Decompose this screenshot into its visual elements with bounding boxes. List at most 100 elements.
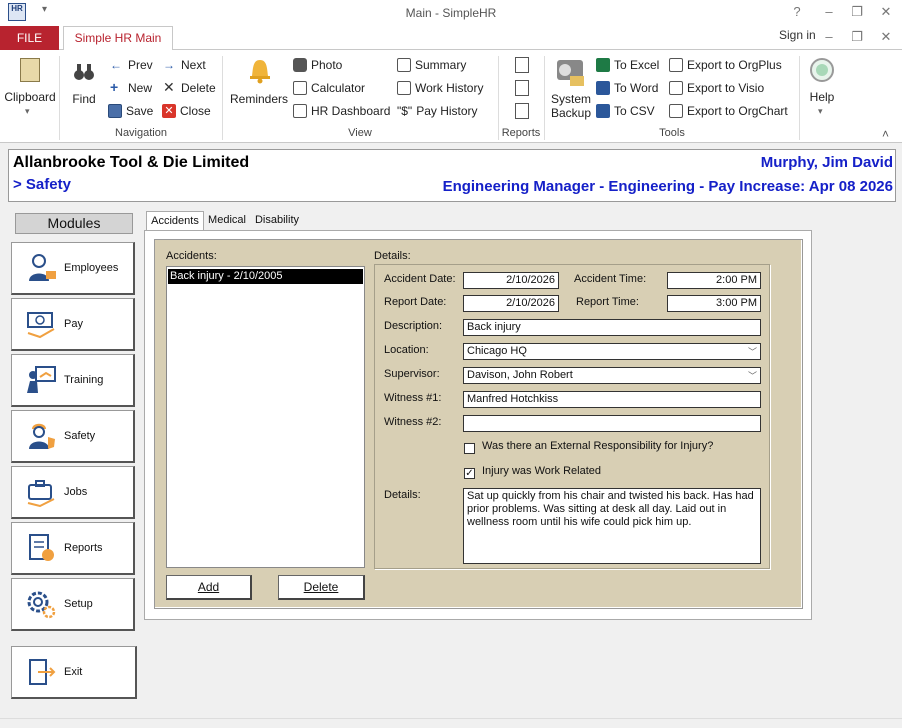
report-print-icon[interactable] [515,80,529,96]
breadcrumb: > Safety [13,176,71,193]
to-csv-button[interactable]: To CSV [596,104,655,118]
system-backup-button[interactable]: System Backup [548,92,594,120]
calculator-label: Calculator [311,81,366,95]
restore-button[interactable]: ❐ [848,4,866,20]
help-button[interactable]: Help [804,90,840,104]
sign-in-link[interactable]: Sign in [779,28,816,42]
report-time-field[interactable]: 3:00 PM [667,295,761,312]
export-orgchart-button[interactable]: Export to OrgChart [669,104,788,118]
accident-time-field[interactable]: 2:00 PM [667,272,761,289]
new-label: New [128,81,153,95]
close-button[interactable]: ✕ [877,4,895,20]
new-button[interactable]: + New [110,80,153,95]
collapse-ribbon-icon[interactable]: ˄ [882,127,889,141]
pay-history-label: Pay History [416,104,478,118]
add-button[interactable]: Add [166,575,252,600]
tab-medical[interactable]: Medical [206,211,248,230]
photo-button[interactable]: Photo [293,58,342,72]
export-orgplus-label: Export to OrgPlus [687,58,782,72]
details-notes-textarea[interactable]: Sat up quickly from his chair and twiste… [463,488,761,564]
app-icon[interactable]: HR [8,3,26,21]
module-reports-button[interactable]: Reports [11,522,135,575]
work-history-icon [397,81,411,95]
group-divider [544,56,545,140]
work-history-button[interactable]: Work History [397,81,483,95]
accident-time-label: Accident Time: [574,273,647,285]
reminders-button[interactable]: Reminders [228,92,290,106]
summary-button[interactable]: Summary [397,58,466,72]
x-icon: ✕ [163,79,175,95]
bell-icon[interactable] [248,58,272,84]
delete-accident-label: Delete [303,580,339,594]
exit-button[interactable]: Exit [11,646,137,699]
minimize-button[interactable]: – [820,4,838,19]
work-history-label: Work History [415,81,484,95]
clipboard-button[interactable]: Clipboard [3,90,57,104]
close-record-button[interactable]: ✕ Close [162,104,211,118]
export-orgplus-button[interactable]: Export to OrgPlus [669,58,782,72]
to-word-label: To Word [614,81,659,95]
delete-record-button[interactable]: ✕ Delete [163,79,216,95]
tab-file[interactable]: FILE [0,26,59,50]
employee-icon [26,253,56,283]
next-button[interactable]: → Next [163,58,206,72]
ribbon-restore-button[interactable]: ❐ [848,29,866,45]
module-training-button[interactable]: Training [11,354,135,407]
exit-label: Exit [64,666,83,678]
ribbon-close-button[interactable]: ✕ [877,29,895,45]
accidents-list[interactable] [166,266,365,568]
clipboard-icon[interactable] [20,58,40,82]
csv-icon [596,104,610,118]
module-employees-button[interactable]: Employees [11,242,135,295]
save-button[interactable]: Save [108,104,153,118]
employee-info: Engineering Manager - Engineering - Pay … [442,178,893,195]
location-select[interactable]: Chicago HQ ﹀ [463,343,761,360]
external-responsibility-checkbox[interactable] [464,443,475,454]
report-date-label: Report Date: [384,296,447,308]
witness1-field[interactable]: Manfred Hotchkiss [463,391,761,408]
to-excel-button[interactable]: To Excel [596,58,659,72]
backup-icon[interactable] [556,58,586,88]
binoculars-icon[interactable] [72,60,96,84]
witness2-field[interactable] [463,415,761,432]
chevron-down-icon[interactable]: ﹀ [748,369,757,383]
prev-button[interactable]: ← Prev [110,58,153,72]
to-word-button[interactable]: To Word [596,81,658,95]
details-section-label: Details: [374,250,411,262]
report-preview-icon[interactable] [515,57,529,73]
tab-disability[interactable]: Disability [252,211,302,230]
pay-history-button[interactable]: "$" Pay History [397,104,478,118]
module-jobs-button[interactable]: Jobs [11,466,135,519]
export-visio-button[interactable]: Export to Visio [669,81,764,95]
save-label: Save [126,104,154,118]
calculator-button[interactable]: Calculator [293,81,365,95]
module-safety-button[interactable]: Safety [11,410,135,463]
quick-access-dropdown-icon[interactable]: ▾ [42,4,47,15]
description-field[interactable]: Back injury [463,319,761,336]
clipboard-dropdown-icon[interactable]: ▾ [25,106,30,117]
ribbon-minimize-button[interactable]: – [820,29,838,44]
help-circle-icon[interactable] [810,58,834,82]
module-pay-button[interactable]: Pay [11,298,135,351]
list-item[interactable]: Back injury - 2/10/2005 [168,269,363,284]
accident-date-field[interactable]: 2/10/2026 [463,272,559,289]
help-dropdown-icon[interactable]: ▾ [818,106,823,117]
report-list-icon[interactable] [515,103,529,119]
org-chart-icon [669,104,683,118]
find-button[interactable]: Find [66,92,102,106]
supervisor-select[interactable]: Davison, John Robert ﹀ [463,367,761,384]
tab-accidents[interactable]: Accidents [146,211,204,231]
excel-icon [596,58,610,72]
details-notes-label: Details: [384,489,421,501]
witness1-label: Witness #1: [384,392,442,404]
work-related-checkbox[interactable]: ✓ [464,468,475,479]
module-setup-button[interactable]: Setup [11,578,135,631]
supervisor-label: Supervisor: [384,368,440,380]
tab-simple-hr-main[interactable]: Simple HR Main [63,26,173,51]
delete-button[interactable]: Delete [278,575,365,600]
report-date-field[interactable]: 2/10/2026 [463,295,559,312]
help-icon[interactable]: ? [788,4,806,19]
chevron-down-icon[interactable]: ﹀ [748,345,757,359]
to-csv-label: To CSV [614,104,655,118]
hr-dashboard-button[interactable]: HR Dashboard [293,104,390,118]
